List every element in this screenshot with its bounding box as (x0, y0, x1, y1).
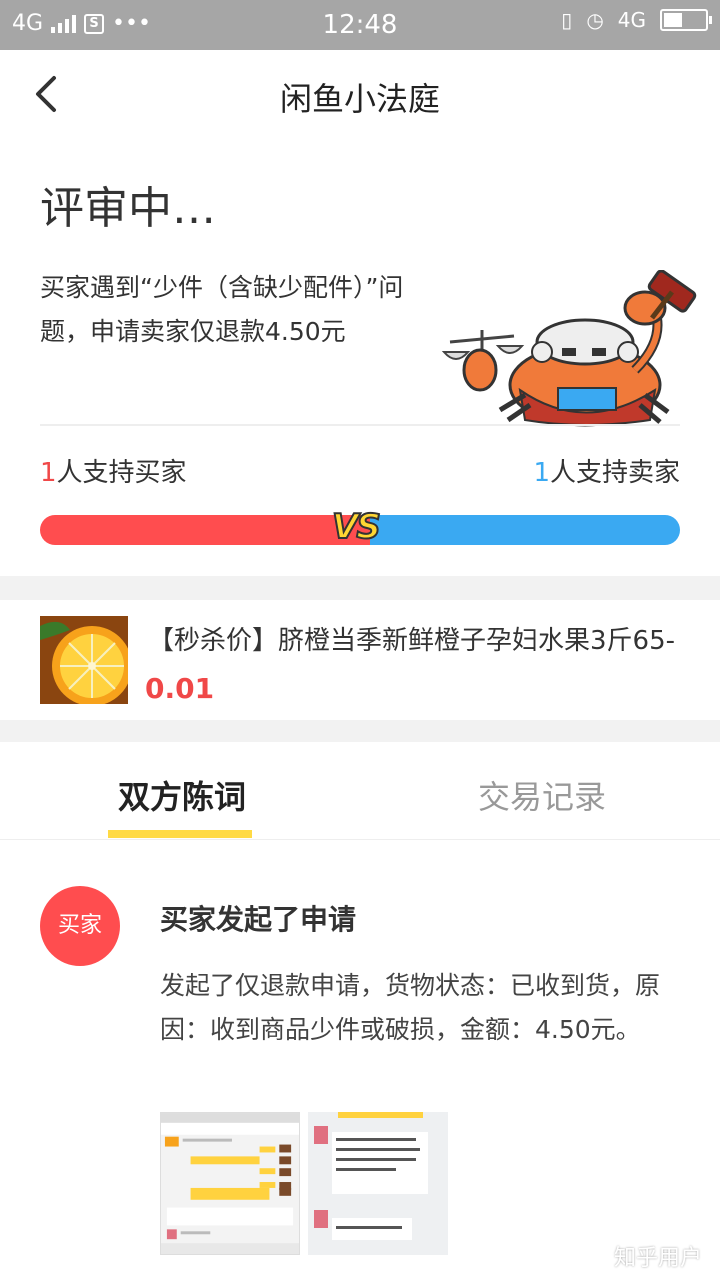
alarm-icon: ◷ (586, 8, 604, 32)
seller-support-count: 1 (533, 458, 550, 488)
section-gap (0, 720, 720, 742)
tab-statements[interactable]: 双方陈词 (118, 772, 246, 818)
event-title: 买家发起了申请 (160, 903, 357, 936)
divider (40, 424, 680, 426)
judge-crab-illustration (441, 270, 697, 427)
buyer-support: 1人支持买家 (40, 452, 187, 489)
seller-progress (370, 515, 680, 545)
buyer-avatar: 买家 (40, 886, 120, 966)
buyer-support-count: 1 (40, 458, 57, 488)
nav-bar: 闲鱼小法庭 (0, 50, 720, 140)
buyer-support-label: 人支持买家 (56, 458, 187, 488)
product-card[interactable]: 【秒杀价】脐橙当季新鲜橙子孕妇水果3斤65- 0.01 (0, 600, 720, 720)
page-title: 闲鱼小法庭 (279, 80, 440, 118)
watermark: 知乎用户 (613, 1246, 702, 1271)
battery-icon (660, 9, 712, 31)
evidence-image-2[interactable] (308, 1112, 448, 1255)
case-status: 评审中… (40, 183, 216, 234)
active-tab-indicator (108, 830, 252, 838)
seller-support-label: 人支持卖家 (549, 458, 680, 488)
product-title: 【秒杀价】脐橙当季新鲜橙子孕妇水果3斤65- (148, 626, 676, 656)
product-price: 0.01 (145, 672, 215, 705)
product-thumbnail (40, 616, 128, 704)
section-gap (0, 576, 720, 600)
buyer-progress (40, 515, 370, 545)
case-description: 买家遇到“少件（含缺少配件）”问题，申请卖家仅退款4.50元 (40, 273, 404, 346)
status-right: ▯ ◷ 4G (561, 8, 712, 32)
tab-transaction-records[interactable]: 交易记录 (478, 772, 606, 818)
seller-support: 1人支持卖家 (533, 452, 680, 489)
vote-progress-bar: VS (40, 506, 680, 548)
vibrate-icon: ▯ (561, 8, 573, 32)
evidence-image-1[interactable] (160, 1112, 300, 1255)
event-description: 发起了仅退款申请，货物状态：已收到货，原因：收到商品少件或破损，金额：4.50元… (160, 971, 661, 1044)
vs-badge: VS (331, 506, 382, 548)
tab-bar: 双方陈词 交易记录 (0, 742, 720, 840)
status-bar: 4G S ••• 12:48 ▯ ◷ 4G (0, 0, 720, 50)
network-right-label: 4G (617, 8, 646, 32)
